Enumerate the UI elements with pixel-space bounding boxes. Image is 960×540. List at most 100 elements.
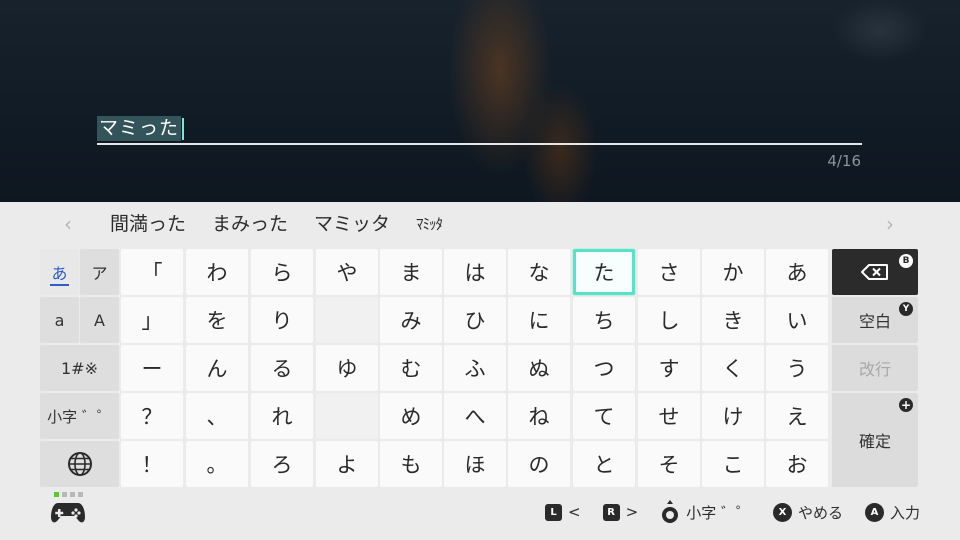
char-key[interactable]: 、 bbox=[186, 393, 248, 439]
backspace-icon bbox=[861, 264, 888, 280]
char-key[interactable]: み bbox=[380, 297, 442, 343]
char-key[interactable]: る bbox=[251, 345, 313, 391]
player-indicator bbox=[54, 492, 86, 497]
char-key[interactable]: ほ bbox=[444, 441, 506, 487]
char-key[interactable]: て bbox=[573, 393, 635, 439]
char-key[interactable]: ひ bbox=[444, 297, 506, 343]
char-key[interactable]: せ bbox=[638, 393, 700, 439]
char-key[interactable]: な bbox=[508, 249, 570, 295]
char-key[interactable]: え bbox=[766, 393, 828, 439]
lower-latin-mode-label: a bbox=[54, 310, 65, 330]
char-key[interactable]: く bbox=[702, 345, 764, 391]
hiragana-mode-key[interactable]: あ bbox=[40, 249, 79, 295]
small-char-label: 小字 ゛゜ bbox=[47, 407, 112, 426]
katakana-mode-key[interactable]: ア bbox=[80, 249, 119, 295]
char-key[interactable]: 「 bbox=[121, 249, 183, 295]
a-button-icon: A bbox=[864, 502, 884, 522]
b-button-badge: B bbox=[899, 254, 913, 268]
suggestion-item[interactable]: ﾏﾐｯﾀ bbox=[416, 210, 443, 238]
l-button-icon: L bbox=[545, 503, 563, 521]
suggestion-item[interactable]: 間満った bbox=[110, 210, 186, 238]
char-key[interactable]: ん bbox=[186, 345, 248, 391]
char-key[interactable]: う bbox=[766, 345, 828, 391]
char-key[interactable]: 」 bbox=[121, 297, 183, 343]
empty-key bbox=[316, 393, 378, 439]
char-key[interactable]: ろ bbox=[251, 441, 313, 487]
suggestion-item[interactable]: まみった bbox=[212, 210, 288, 238]
player-indicator-dot bbox=[54, 492, 59, 497]
hint-input[interactable]: A 入力 bbox=[864, 502, 920, 523]
char-key[interactable]: を bbox=[186, 297, 248, 343]
button-hints: L < R > 小字 ゛゜ X やめる A 入力 bbox=[545, 500, 920, 524]
char-key[interactable]: め bbox=[380, 393, 442, 439]
hint-next[interactable]: R > bbox=[602, 503, 638, 521]
char-key[interactable]: ら bbox=[251, 249, 313, 295]
hint-cancel[interactable]: X やめる bbox=[772, 502, 843, 523]
space-key-label: 空白 bbox=[858, 312, 891, 331]
char-key[interactable]: や bbox=[316, 249, 378, 295]
char-key[interactable]: そ bbox=[638, 441, 700, 487]
char-key[interactable]: さ bbox=[638, 249, 700, 295]
player-indicator-dot bbox=[78, 492, 83, 497]
stick-press-icon bbox=[662, 500, 679, 523]
r-button-icon: R bbox=[602, 503, 620, 521]
confirm-key[interactable]: 確定 + bbox=[832, 393, 918, 487]
char-key[interactable]: こ bbox=[702, 441, 764, 487]
char-key[interactable]: は bbox=[444, 249, 506, 295]
newline-key[interactable]: 改行 bbox=[832, 345, 918, 391]
small-char-key[interactable]: 小字 ゛゜ bbox=[40, 393, 119, 439]
char-key[interactable]: す bbox=[638, 345, 700, 391]
char-key[interactable]: ち bbox=[573, 297, 635, 343]
char-key[interactable]: け bbox=[702, 393, 764, 439]
suggestion-item[interactable]: マミッタ bbox=[314, 210, 390, 238]
hiragana-mode-label: あ bbox=[51, 264, 68, 283]
char-key[interactable]: ま bbox=[380, 249, 442, 295]
plus-button-badge: + bbox=[899, 398, 913, 412]
empty-key bbox=[316, 297, 378, 343]
char-key[interactable]: へ bbox=[444, 393, 506, 439]
suggestion-next-icon[interactable]: › bbox=[880, 212, 900, 236]
char-key[interactable]: ！ bbox=[121, 441, 183, 487]
hint-prev[interactable]: L < bbox=[545, 503, 581, 521]
char-key[interactable]: よ bbox=[316, 441, 378, 487]
symbols-mode-label: 1#※ bbox=[61, 358, 98, 378]
upper-latin-mode-key[interactable]: A bbox=[80, 297, 119, 343]
char-key[interactable]: き bbox=[702, 297, 764, 343]
char-key[interactable]: い bbox=[766, 297, 828, 343]
symbols-mode-key[interactable]: 1#※ bbox=[40, 345, 119, 391]
char-key[interactable]: わ bbox=[186, 249, 248, 295]
char-key[interactable]: も bbox=[380, 441, 442, 487]
char-key[interactable]: に bbox=[508, 297, 570, 343]
space-key[interactable]: 空白 Y bbox=[832, 297, 918, 343]
globe-icon bbox=[67, 452, 92, 476]
backspace-key[interactable]: B bbox=[832, 249, 918, 295]
char-key[interactable]: か bbox=[702, 249, 764, 295]
char-key[interactable]: つ bbox=[573, 345, 635, 391]
x-button-icon: X bbox=[772, 502, 792, 522]
input-underline bbox=[97, 143, 862, 145]
char-key[interactable]: ね bbox=[508, 393, 570, 439]
char-key[interactable]: れ bbox=[251, 393, 313, 439]
char-key[interactable]: ぬ bbox=[508, 345, 570, 391]
lower-latin-mode-key[interactable]: a bbox=[40, 297, 79, 343]
suggestion-prev-icon[interactable]: ‹ bbox=[58, 212, 78, 236]
char-key[interactable]: し bbox=[638, 297, 700, 343]
char-key[interactable]: ゆ bbox=[316, 345, 378, 391]
char-key[interactable]: と bbox=[573, 441, 635, 487]
hint-prev-label: < bbox=[568, 503, 581, 521]
char-key[interactable]: り bbox=[251, 297, 313, 343]
text-input-field[interactable]: マミった bbox=[97, 116, 185, 144]
char-key[interactable]: ？ bbox=[121, 393, 183, 439]
hint-small-char[interactable]: 小字 ゛゜ bbox=[660, 500, 751, 524]
char-key[interactable]: お bbox=[766, 441, 828, 487]
char-key[interactable]: 。 bbox=[186, 441, 248, 487]
char-key[interactable]: ー bbox=[121, 345, 183, 391]
char-key[interactable]: あ bbox=[766, 249, 828, 295]
language-key[interactable] bbox=[40, 441, 119, 487]
player-indicator-dot bbox=[70, 492, 75, 497]
char-key[interactable]: の bbox=[508, 441, 570, 487]
char-key-selected[interactable]: た bbox=[573, 249, 635, 295]
char-key[interactable]: む bbox=[380, 345, 442, 391]
player-indicator-dot bbox=[62, 492, 67, 497]
char-key[interactable]: ふ bbox=[444, 345, 506, 391]
